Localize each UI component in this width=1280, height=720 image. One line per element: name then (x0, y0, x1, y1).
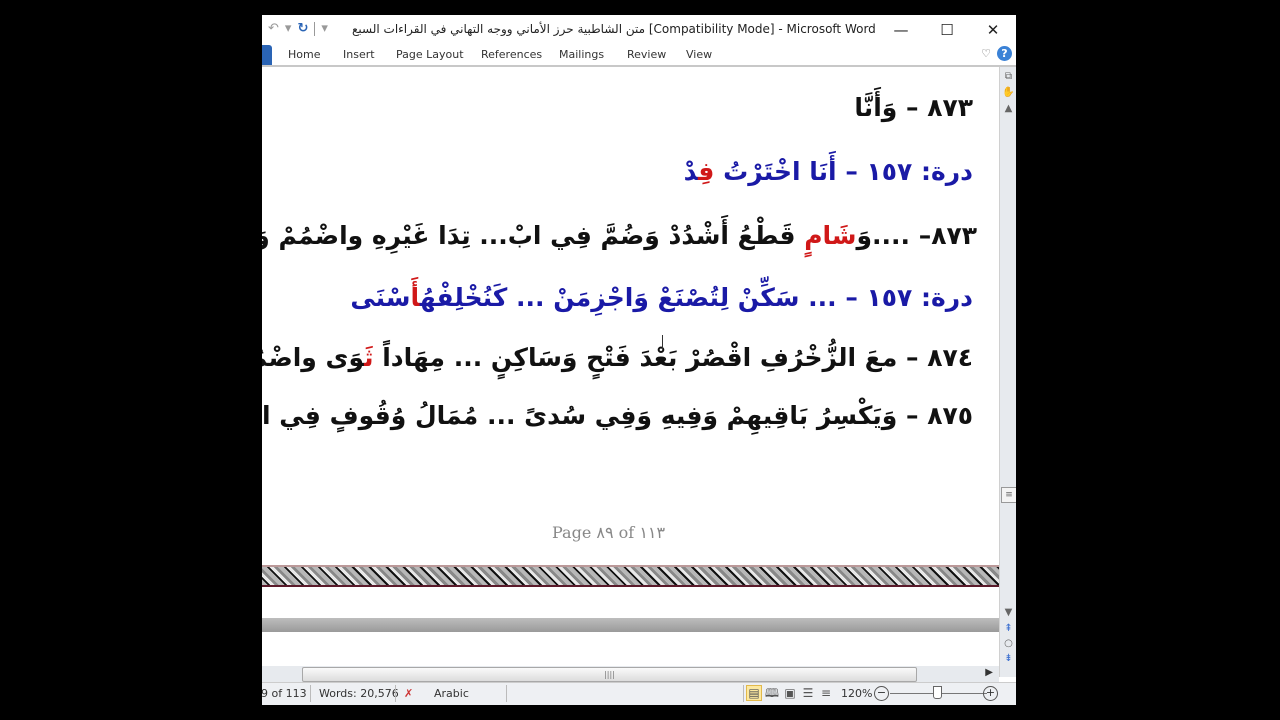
text-segment: ٨٧٤ – معَ الزُّخْرُفِ اقْصُرْ بَعْدَ فَت… (373, 343, 973, 372)
file-tab[interactable] (262, 45, 272, 65)
divider (743, 685, 744, 702)
text-line: ٨٧٣ – وَأَنَّا (854, 93, 973, 122)
tab-page-layout[interactable]: Page Layout (396, 48, 464, 61)
full-screen-reading-icon[interactable]: 🕮 (764, 685, 780, 701)
text-line: درة: ١٥٧ – ... سَكِّنْ لِتُصْنَعْ وَاجْز… (350, 283, 973, 312)
text-cursor (662, 335, 665, 349)
vertical-scrollbar[interactable]: ⧉ ✋ ▲ ≡ ▼ ⇞ ○ ⇟ (999, 67, 1016, 677)
divider (395, 685, 396, 702)
minimize-ribbon-icon[interactable]: ♡ (981, 47, 991, 60)
tab-review[interactable]: Review (627, 48, 666, 61)
scroll-down-icon[interactable]: ▼ (1002, 607, 1015, 619)
minimize-button[interactable]: — (878, 15, 924, 45)
tab-view[interactable]: View (686, 48, 712, 61)
document-area[interactable]: ٨٧٣ – وَأَنَّا درة: ١٥٧ – أَنَا اخْتَرْت… (262, 67, 999, 666)
web-layout-icon[interactable]: ▣ (782, 685, 798, 701)
hand-icon[interactable]: ✋ (1002, 87, 1015, 99)
close-button[interactable]: ✕ (970, 15, 1016, 45)
horizontal-scrollbar[interactable]: |||| ▶ (262, 666, 999, 682)
zoom-out-icon[interactable]: − (874, 686, 889, 701)
text-segment: ثَ (364, 343, 374, 372)
page-footer: Page ٨٩ of ١١٣ (552, 523, 666, 542)
window-controls: — ☐ ✕ (878, 15, 1016, 45)
draft-icon[interactable]: ≡ (818, 685, 834, 701)
text-line: ٨٧٤ – معَ الزُّخْرُفِ اقْصُرْ بَعْدَ فَت… (262, 343, 973, 372)
quick-access-toolbar: ↶ ▾ ↻ ▾ (268, 21, 328, 36)
text-segment: درة: ١٥٧ – ... سَكِّنْ لِتُصْنَعْ وَاجْز… (419, 283, 973, 312)
page-count[interactable]: 9 of 113 (262, 687, 307, 700)
word-window: ↶ ▾ ↻ ▾ متن الشاطبية حرز الأماني ووجه ال… (262, 15, 1016, 705)
text-segment: ٨٧٣ – وَأَنَّا (854, 93, 973, 122)
window-title: متن الشاطبية حرز الأماني ووجه التهاني في… (352, 22, 876, 36)
next-page-icon[interactable]: ⇟ (1002, 653, 1015, 665)
text-line: درة: ١٥٧ – أَنَا اخْتَرْتُ فِدْ (684, 157, 973, 186)
scroll-right-icon[interactable]: ▶ (985, 667, 993, 678)
divider (314, 21, 316, 36)
text-segment: ٨٧٣– ....وَ (856, 221, 977, 250)
text-segment: أَ (410, 283, 420, 312)
status-bar: 9 of 113 Words: 20,576 ✗ Arabic ▤ 🕮 ▣ ☰ … (262, 682, 1016, 705)
document-page[interactable]: ٨٧٣ – وَأَنَّا درة: ١٥٧ – أَنَا اخْتَرْت… (262, 67, 999, 618)
word-count[interactable]: Words: 20,576 (319, 687, 399, 700)
undo-dropdown-icon[interactable]: ▾ (285, 21, 292, 36)
scroll-thumb[interactable]: ≡ (1001, 487, 1016, 503)
text-line: ٨٧٣– ....وَشَامٍ قَطْعُ أَشْدُدْ وَضُمَّ… (262, 221, 977, 250)
horizontal-scroll-thumb[interactable]: |||| (302, 667, 917, 682)
zoom-in-icon[interactable]: + (983, 686, 998, 701)
outline-icon[interactable]: ☰ (800, 685, 816, 701)
print-layout-icon[interactable]: ▤ (746, 685, 762, 701)
text-segment: ٨٧٥ – وَيَكْسِرُ بَاقِيهِمْ وَفِيهِ وَفِ… (262, 401, 973, 430)
scroll-up-icon[interactable]: ▲ (1002, 103, 1015, 115)
help-icon[interactable]: ? (997, 46, 1012, 61)
divider (310, 685, 311, 702)
title-bar: ↶ ▾ ↻ ▾ متن الشاطبية حرز الأماني ووجه ال… (262, 15, 1016, 45)
page-border-ornament (262, 565, 999, 587)
maximize-button[interactable]: ☐ (924, 15, 970, 45)
tab-insert[interactable]: Insert (343, 48, 375, 61)
next-page[interactable] (262, 632, 999, 666)
tab-mailings[interactable]: Mailings (559, 48, 604, 61)
customize-toolbar-icon[interactable]: ▾ (321, 21, 328, 36)
ribbon-tabs: Home Insert Page Layout References Maili… (262, 45, 1016, 67)
text-segment: وَى واضْمُمْ سِوىً (262, 343, 365, 372)
text-segment: درة: ١٥٧ – أَنَا اخْتَرْتُ (714, 157, 973, 186)
text-segment: سْنَى (350, 283, 411, 312)
redo-icon[interactable]: ↻ (297, 21, 308, 36)
view-ruler-icon[interactable]: ⧉ (1002, 71, 1015, 83)
text-segment: دْ (683, 157, 699, 186)
tab-references[interactable]: References (481, 48, 542, 61)
undo-icon[interactable]: ↶ (268, 21, 279, 36)
proofing-error-icon[interactable]: ✗ (404, 687, 413, 700)
zoom-level[interactable]: 120% (841, 687, 872, 700)
text-segment: قَطْعُ أَشْدُدْ وَضُمَّ فِي ابْ... تِدَا… (262, 221, 796, 250)
divider (506, 685, 507, 702)
previous-page-icon[interactable]: ⇞ (1002, 623, 1015, 635)
select-browse-object-icon[interactable]: ○ (1002, 638, 1015, 650)
language-indicator[interactable]: Arabic (434, 687, 469, 700)
page-gap (262, 618, 999, 632)
zoom-slider-thumb[interactable] (933, 686, 942, 699)
text-segment: شَامٍ (804, 221, 857, 250)
text-segment: فِ (698, 157, 715, 186)
text-line: ٨٧٥ – وَيَكْسِرُ بَاقِيهِمْ وَفِيهِ وَفِ… (262, 401, 973, 430)
tab-home[interactable]: Home (288, 48, 320, 61)
